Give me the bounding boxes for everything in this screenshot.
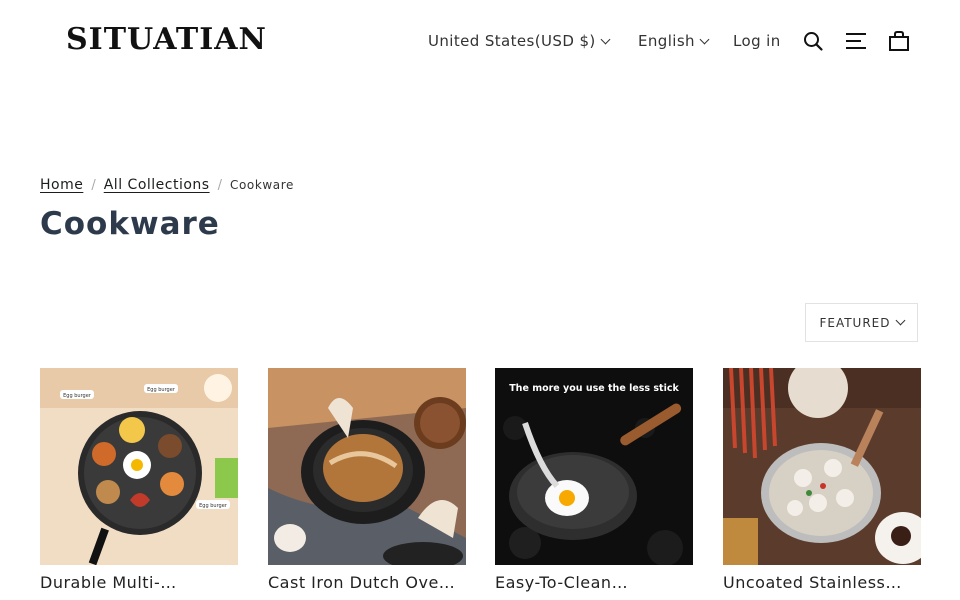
product-image-callout: Egg burger (60, 390, 94, 399)
currency-label: United States(USD $) (428, 32, 596, 50)
product-image-caption: The more you use the less stick (509, 383, 679, 394)
product-image[interactable]: The more you use the less stick (495, 368, 693, 565)
product-name[interactable]: Easy-To-Clean… (495, 573, 693, 592)
product-image[interactable] (268, 368, 466, 565)
sort-label: FEATURED (819, 315, 891, 330)
product-image-callout: Egg burger (144, 384, 178, 393)
search-icon[interactable] (802, 30, 824, 52)
breadcrumb: Home / All Collections / Cookware (40, 177, 294, 193)
chevron-down-icon (600, 34, 611, 44)
site-logo[interactable]: SITUATIAN (66, 22, 267, 57)
product-name[interactable]: Durable Multi-… (40, 573, 238, 592)
language-selector[interactable]: English (638, 30, 710, 52)
svg-text:Egg burger: Egg burger (199, 503, 228, 509)
page-title: Cookware (40, 206, 220, 242)
product-image-callout: Egg burger (196, 500, 230, 509)
chevron-down-icon (895, 315, 905, 326)
breadcrumb-home[interactable]: Home (40, 177, 83, 193)
breadcrumb-separator: / (91, 177, 96, 193)
cart-icon[interactable] (888, 30, 910, 52)
chevron-down-icon (699, 34, 710, 44)
breadcrumb-separator: / (217, 177, 222, 193)
product-card[interactable]: Cast Iron Dutch Ove… (268, 368, 466, 592)
login-label: Log in (733, 32, 781, 50)
product-name[interactable]: Cast Iron Dutch Ove… (268, 573, 466, 592)
login-link[interactable]: Log in (733, 30, 781, 52)
sort-select[interactable]: FEATURED (805, 303, 918, 342)
language-label: English (638, 32, 695, 50)
product-image[interactable]: Egg burger Egg burger Egg burger (40, 368, 238, 565)
menu-icon[interactable] (845, 30, 867, 52)
breadcrumb-all-collections[interactable]: All Collections (104, 177, 210, 193)
site-header: SITUATIAN United States(USD $) English L… (0, 0, 960, 82)
product-card[interactable]: Egg burger Egg burger Egg burger Durable… (40, 368, 238, 592)
svg-text:Egg burger: Egg burger (147, 387, 176, 393)
product-card[interactable]: Uncoated Stainless… (723, 368, 921, 592)
breadcrumb-current: Cookware (229, 178, 295, 192)
currency-selector[interactable]: United States(USD $) (428, 30, 611, 52)
product-name[interactable]: Uncoated Stainless… (723, 573, 921, 592)
product-card[interactable]: The more you use the less stick Easy-To-… (495, 368, 693, 592)
svg-text:Egg burger: Egg burger (63, 393, 92, 399)
product-image[interactable] (723, 368, 921, 565)
